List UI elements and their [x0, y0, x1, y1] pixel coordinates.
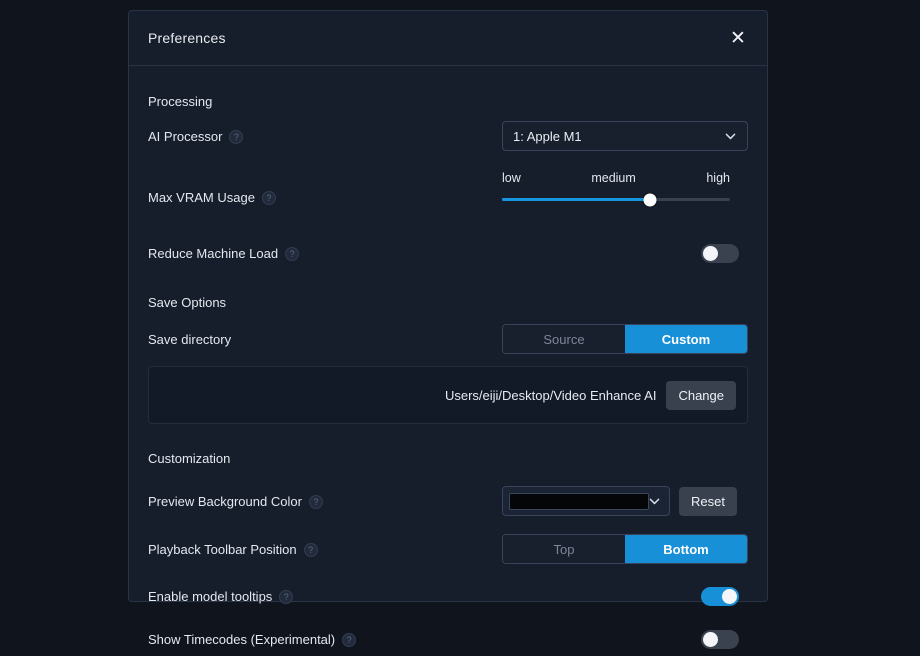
ai-processor-value: 1: Apple M1: [513, 128, 582, 144]
help-icon-reduce-machine-load[interactable]: ?: [285, 247, 300, 261]
segment-source[interactable]: Source: [503, 325, 625, 353]
help-icon-playback-toolbar-position[interactable]: ?: [303, 543, 318, 557]
toggle-enable-model-tooltips[interactable]: [701, 586, 739, 606]
help-icon-max-vram[interactable]: ?: [261, 191, 276, 205]
slider-fill: [502, 198, 651, 201]
slider-tick-low: low: [502, 171, 521, 185]
preview-background-color-select[interactable]: [502, 486, 670, 516]
label-save-directory: Save directory: [148, 332, 231, 347]
row-playback-toolbar-position: Playback Toolbar Position ? Top Bottom: [148, 532, 748, 566]
slider-tick-labels: low medium high: [502, 171, 730, 185]
control-ai-processor: 1: Apple M1: [502, 121, 748, 151]
slider-tick-medium: medium: [591, 171, 636, 185]
max-vram-label-text: Max VRAM Usage: [148, 189, 255, 205]
preferences-dialog: Preferences ✕ Processing AI Processor ? …: [128, 10, 768, 649]
chevron-down-icon: [648, 495, 661, 508]
section-title-save-options: Save Options: [148, 295, 227, 310]
dialog-title: Preferences: [148, 30, 226, 46]
segment-top[interactable]: Top: [503, 535, 625, 563]
segment-bottom[interactable]: Bottom: [625, 535, 747, 563]
control-preview-background-color: Reset: [502, 486, 748, 516]
ai-processor-label-text: AI Processor: [148, 128, 223, 144]
control-show-timecodes: [502, 629, 748, 649]
row-enable-model-tooltips: Enable model tooltips ?: [148, 579, 748, 613]
dialog-titlebar: Preferences ✕: [129, 11, 767, 66]
toggle-show-timecodes[interactable]: [701, 629, 739, 649]
color-swatch: [509, 492, 649, 510]
label-ai-processor: AI Processor ?: [148, 128, 244, 144]
slider-thumb[interactable]: [643, 193, 657, 206]
row-max-vram: Max VRAM Usage ? low medium high: [148, 171, 748, 221]
max-vram-slider[interactable]: low medium high: [502, 171, 730, 206]
save-path-panel: Users/eiji/Desktop/Video Enhance AI Chan…: [148, 366, 748, 424]
reset-color-button[interactable]: Reset: [679, 486, 737, 516]
slider-track[interactable]: [502, 193, 730, 206]
slider-tick-high: high: [706, 171, 730, 185]
playback-toolbar-position-label-text: Playback Toolbar Position: [148, 541, 297, 557]
label-show-timecodes: Show Timecodes (Experimental) ?: [148, 631, 357, 647]
change-directory-button[interactable]: Change: [666, 380, 736, 410]
control-reduce-machine-load: [502, 243, 748, 263]
control-max-vram: low medium high: [502, 171, 748, 206]
row-preview-background-color: Preview Background Color ? Reset: [148, 484, 748, 518]
help-icon-ai-processor[interactable]: ?: [229, 130, 244, 144]
label-playback-toolbar-position: Playback Toolbar Position ?: [148, 542, 318, 557]
section-title-customization: Customization: [148, 451, 231, 466]
row-save-directory: Save directory Source Custom: [148, 322, 748, 356]
ai-processor-select[interactable]: 1: Apple M1: [502, 121, 748, 151]
label-enable-model-tooltips: Enable model tooltips ?: [148, 588, 294, 604]
show-timecodes-label-text: Show Timecodes (Experimental): [148, 631, 336, 647]
toggle-knob: [703, 631, 718, 647]
save-directory-label-text: Save directory: [148, 331, 232, 347]
save-path-text: Users/eiji/Desktop/Video Enhance AI: [444, 387, 657, 403]
segmented-playback-toolbar-position: Top Bottom: [502, 534, 748, 564]
control-save-directory: Source Custom: [502, 324, 748, 354]
help-icon-preview-background-color[interactable]: ?: [308, 495, 323, 509]
help-icon-enable-model-tooltips[interactable]: ?: [279, 590, 294, 604]
preview-background-color-label-text: Preview Background Color: [148, 493, 302, 509]
dialog-body: Processing AI Processor ? 1: Apple M1 Ma…: [129, 66, 767, 656]
toggle-knob: [722, 588, 737, 604]
row-reduce-machine-load: Reduce Machine Load ?: [148, 236, 748, 270]
row-ai-processor: AI Processor ? 1: Apple M1: [148, 119, 748, 153]
control-enable-model-tooltips: [502, 586, 748, 606]
close-icon[interactable]: ✕: [721, 21, 755, 55]
segmented-save-directory: Source Custom: [502, 324, 748, 354]
enable-model-tooltips-label-text: Enable model tooltips: [148, 588, 273, 604]
label-reduce-machine-load: Reduce Machine Load ?: [148, 245, 300, 261]
label-max-vram: Max VRAM Usage ?: [148, 190, 276, 205]
toggle-reduce-machine-load[interactable]: [701, 243, 739, 263]
section-title-processing: Processing: [148, 94, 213, 109]
segment-custom[interactable]: Custom: [625, 325, 747, 353]
toggle-knob: [703, 245, 718, 261]
control-playback-toolbar-position: Top Bottom: [502, 534, 748, 564]
help-icon-show-timecodes[interactable]: ?: [342, 633, 357, 647]
chevron-down-icon: [724, 130, 737, 143]
reduce-machine-load-label-text: Reduce Machine Load: [148, 245, 279, 261]
row-show-timecodes: Show Timecodes (Experimental) ?: [148, 622, 748, 656]
label-preview-background-color: Preview Background Color ?: [148, 494, 323, 509]
color-picker-row: Reset: [502, 486, 737, 516]
